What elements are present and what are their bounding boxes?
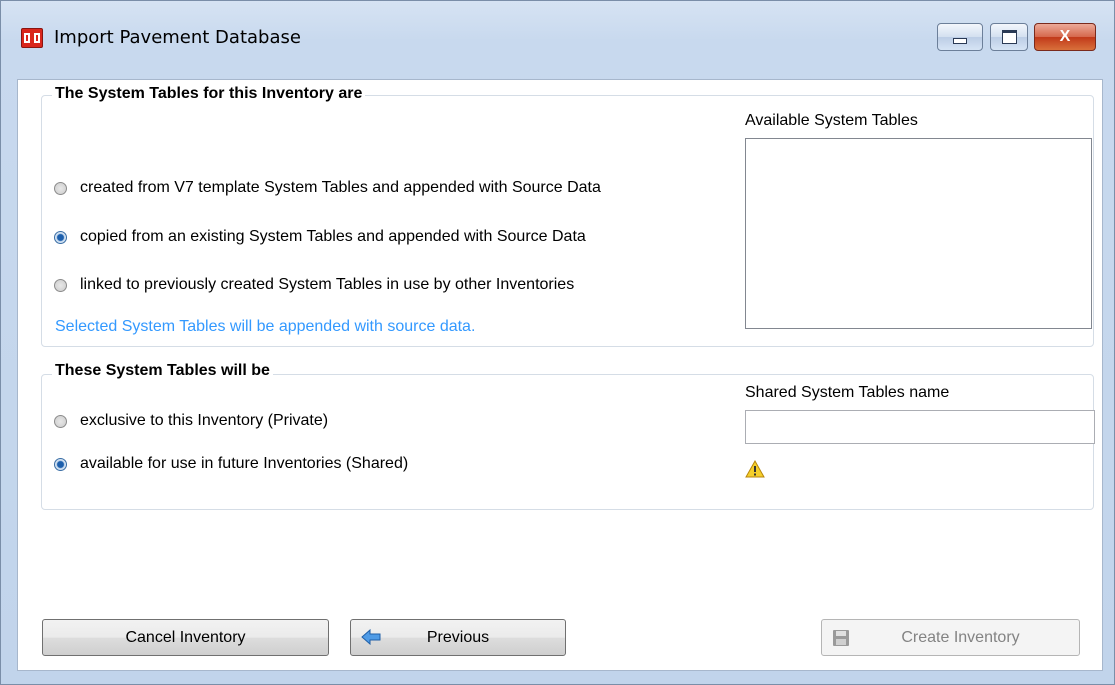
warning-icon	[745, 460, 765, 478]
shared-name-input[interactable]	[745, 410, 1095, 444]
radio-linked-to-previous[interactable]	[54, 278, 67, 292]
radio-copied-from-existing[interactable]	[54, 230, 67, 244]
append-hint-text: Selected System Tables will be appended …	[55, 318, 476, 335]
available-system-tables-list[interactable]	[745, 138, 1092, 329]
title-bar[interactable]: Import Pavement Database X	[1, 1, 1114, 79]
option-private[interactable]: exclusive to this Inventory (Private)	[54, 412, 328, 430]
minimize-button[interactable]	[937, 23, 983, 51]
maximize-button[interactable]	[990, 23, 1028, 51]
arrow-left-icon	[361, 629, 381, 645]
available-system-tables-label: Available System Tables	[745, 112, 918, 129]
radio-created-from-template[interactable]	[54, 181, 67, 195]
cancel-inventory-button[interactable]: Cancel Inventory	[42, 619, 329, 656]
floppy-disk-icon	[833, 630, 849, 646]
minimize-icon	[953, 38, 967, 44]
dialog-client-area: The System Tables for this Inventory are…	[17, 79, 1103, 671]
create-inventory-label: Create Inventory	[901, 628, 1020, 646]
option-linked-to-previous[interactable]: linked to previously created System Tabl…	[54, 276, 574, 294]
option-shared[interactable]: available for use in future Inventories …	[54, 455, 408, 473]
option-copied-from-existing-label: copied from an existing System Tables an…	[80, 228, 586, 245]
radio-private[interactable]	[54, 414, 67, 428]
close-icon: X	[1059, 28, 1071, 45]
option-created-from-template[interactable]: created from V7 template System Tables a…	[54, 179, 601, 197]
create-inventory-button[interactable]: Create Inventory	[821, 619, 1080, 656]
option-shared-label: available for use in future Inventories …	[80, 455, 409, 472]
previous-button[interactable]: Previous	[350, 619, 566, 656]
option-private-label: exclusive to this Inventory (Private)	[80, 412, 329, 429]
option-created-from-template-label: created from V7 template System Tables a…	[80, 179, 601, 196]
maximize-icon	[1001, 30, 1017, 44]
cancel-inventory-label: Cancel Inventory	[125, 628, 246, 646]
app-logo-icon	[21, 28, 43, 48]
radio-shared[interactable]	[54, 457, 67, 471]
previous-label: Previous	[426, 628, 490, 646]
import-pavement-database-window: Import Pavement Database X The System Ta…	[0, 0, 1115, 685]
window-title: Import Pavement Database	[54, 27, 301, 48]
close-button[interactable]: X	[1034, 23, 1096, 51]
system-tables-source-title: The System Tables for this Inventory are	[52, 85, 366, 103]
sharing-group-title: These System Tables will be	[52, 362, 273, 380]
option-linked-to-previous-label: linked to previously created System Tabl…	[80, 276, 575, 293]
shared-name-label: Shared System Tables name	[745, 384, 950, 401]
option-copied-from-existing[interactable]: copied from an existing System Tables an…	[54, 228, 586, 246]
